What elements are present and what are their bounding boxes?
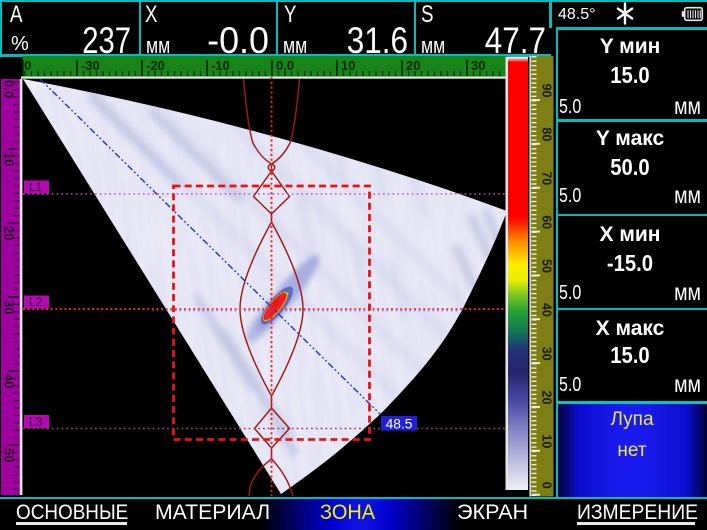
svg-text:L2: L2 [29, 295, 43, 309]
svg-text:30: 30 [540, 347, 554, 361]
svg-text:-20: -20 [146, 58, 165, 73]
svg-text:-10: -10 [211, 58, 230, 73]
svg-text:40: 40 [540, 303, 554, 317]
svg-text:0: 0 [540, 482, 554, 489]
svg-text:0.0: 0.0 [276, 58, 294, 73]
svg-text:20: 20 [2, 226, 17, 240]
svg-text:-30: -30 [81, 58, 100, 73]
svg-text:10: 10 [540, 434, 554, 448]
svg-text:50: 50 [2, 448, 17, 462]
svg-text:10: 10 [2, 152, 17, 166]
svg-text:L1: L1 [29, 180, 43, 194]
svg-text:50: 50 [540, 259, 554, 273]
svg-text:40: 40 [2, 374, 17, 388]
svg-text:20: 20 [406, 58, 420, 73]
svg-text:20: 20 [540, 391, 554, 405]
svg-text:30: 30 [2, 300, 17, 314]
svg-text:10: 10 [341, 58, 355, 73]
svg-text:L3: L3 [29, 415, 43, 429]
svg-text:0: 0 [24, 58, 31, 73]
svg-text:0.0: 0.0 [2, 80, 17, 98]
svg-text:70: 70 [540, 171, 554, 185]
svg-text:90: 90 [540, 84, 554, 98]
svg-text:48.5: 48.5 [386, 417, 413, 432]
svg-text:30: 30 [471, 58, 485, 73]
svg-text:80: 80 [540, 127, 554, 141]
svg-text:60: 60 [540, 215, 554, 229]
